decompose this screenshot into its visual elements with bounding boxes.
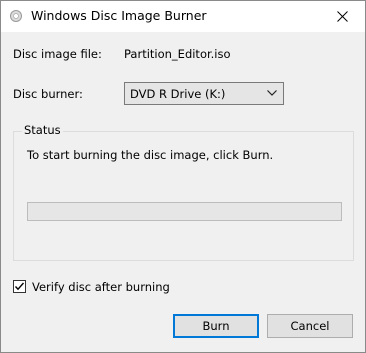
burn-button[interactable]: Burn <box>173 314 259 338</box>
burner-select-value: DVD R Drive (K:) <box>130 87 226 101</box>
close-icon <box>336 11 348 22</box>
verify-checkbox[interactable] <box>13 280 26 293</box>
image-file-value: Partition_Editor.iso <box>124 47 231 61</box>
burn-progress-bar <box>27 202 342 221</box>
burner-label: Disc burner: <box>13 87 83 101</box>
burner-select[interactable]: DVD R Drive (K:) <box>124 82 284 105</box>
title-bar[interactable]: Windows Disc Image Burner <box>1 1 365 32</box>
disc-icon <box>10 10 22 22</box>
disc-burner-dialog: Windows Disc Image Burner Disc image fil… <box>0 0 366 353</box>
close-button[interactable] <box>319 1 365 32</box>
verify-label[interactable]: Verify disc after burning <box>32 280 170 294</box>
chevron-down-icon <box>267 90 277 96</box>
checkmark-icon <box>14 282 25 291</box>
status-message: To start burning the disc image, click B… <box>27 148 274 162</box>
window-title: Windows Disc Image Burner <box>31 8 207 23</box>
status-legend: Status <box>22 123 63 137</box>
image-file-label: Disc image file: <box>13 47 102 61</box>
cancel-button[interactable]: Cancel <box>267 314 353 338</box>
